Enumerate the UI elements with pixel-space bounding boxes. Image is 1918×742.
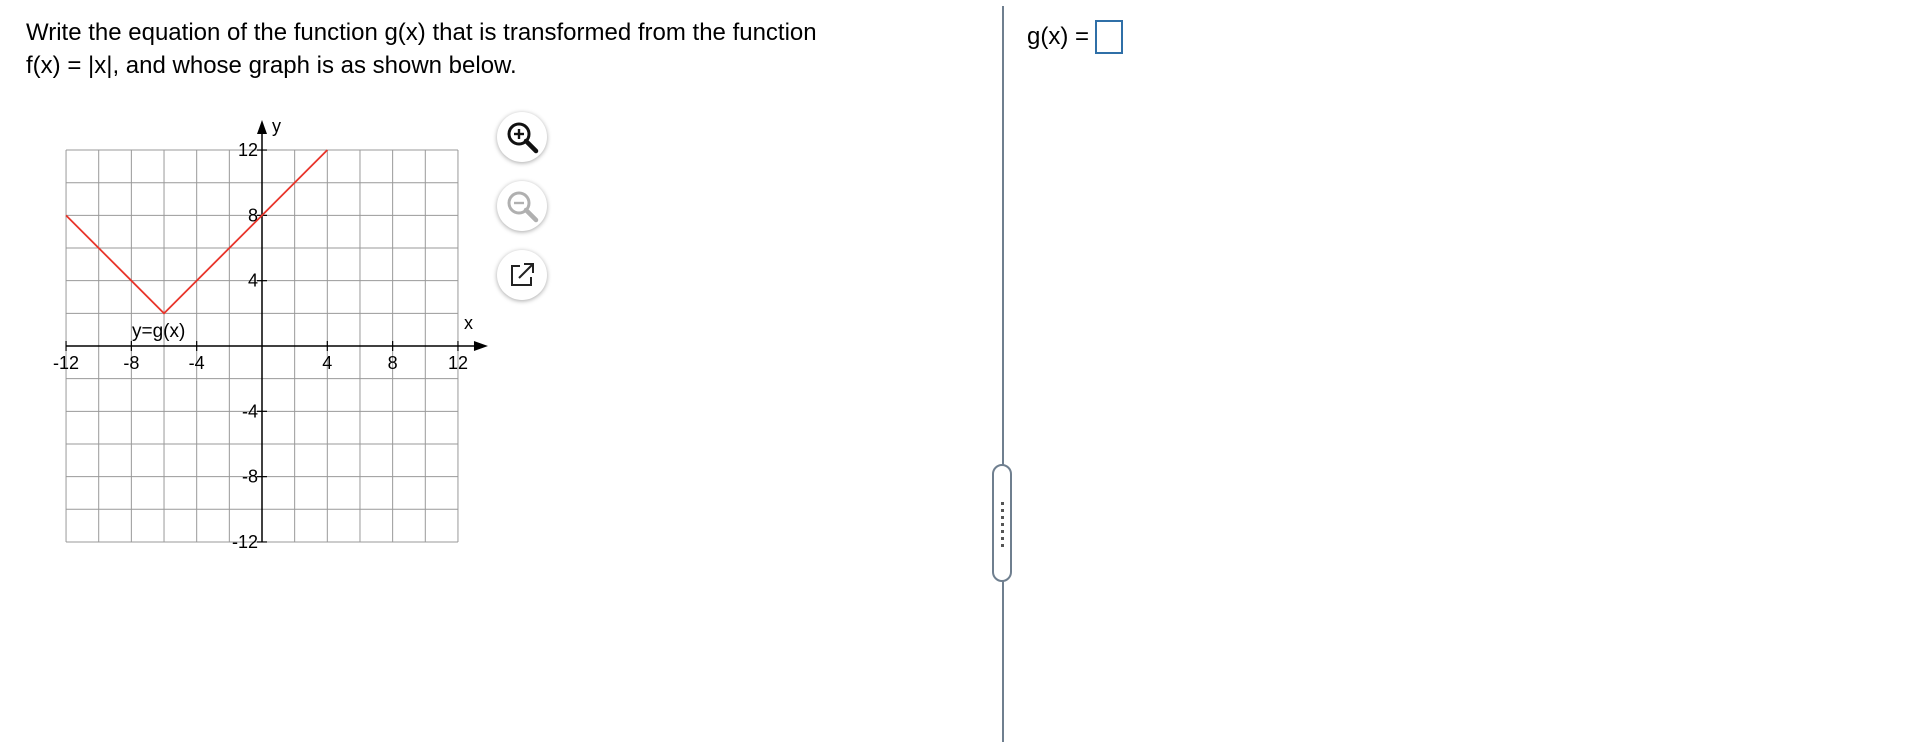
question-pane: Write the equation of the function g(x) … — [0, 0, 1000, 742]
y-tick-label: -12 — [232, 532, 258, 552]
zoom-in-button[interactable] — [497, 112, 547, 162]
popout-button[interactable] — [497, 250, 547, 300]
y-tick-label: 12 — [238, 140, 258, 160]
y-tick-label: -8 — [242, 467, 258, 487]
y-tick-label: -4 — [242, 401, 258, 421]
x-tick-label: -4 — [189, 353, 205, 373]
zoom-out-icon — [507, 191, 539, 223]
answer-area: g(x) = — [1027, 20, 1124, 54]
x-tick-label: -12 — [53, 353, 79, 373]
curve-label: y=g(x) — [132, 321, 185, 342]
y-axis-arrow — [257, 120, 267, 135]
y-tick-label: 4 — [248, 271, 258, 291]
zoom-out-button[interactable] — [497, 181, 547, 231]
pane-resize-handle[interactable] — [992, 464, 1012, 582]
question-text: Write the equation of the function g(x) … — [26, 16, 926, 82]
grip-icon — [1001, 502, 1004, 548]
y-axis-label: y — [272, 116, 281, 136]
graph-axes — [66, 120, 488, 542]
x-tick-label: 12 — [448, 353, 468, 373]
pane-divider — [1002, 6, 1004, 742]
zoom-in-icon — [507, 122, 539, 154]
x-axis-label: x — [464, 313, 473, 333]
external-link-icon — [511, 263, 534, 286]
x-tick-label: 8 — [388, 353, 398, 373]
x-tick-label: -8 — [123, 353, 139, 373]
question-line-2: f(x) = |x|, and whose graph is as shown … — [26, 52, 517, 79]
function-graph: -12 -8 -4 4 8 12 12 8 4 -4 -8 -12 y=g(x) x y — [53, 116, 488, 552]
x-tick-label: 4 — [322, 353, 332, 373]
y-tick-label: 8 — [248, 205, 258, 225]
answer-prefix: g(x) = — [1027, 23, 1090, 50]
question-line-1: Write the equation of the function g(x) … — [26, 19, 817, 46]
answer-input[interactable] — [1095, 20, 1124, 54]
x-axis-arrow — [473, 341, 488, 351]
